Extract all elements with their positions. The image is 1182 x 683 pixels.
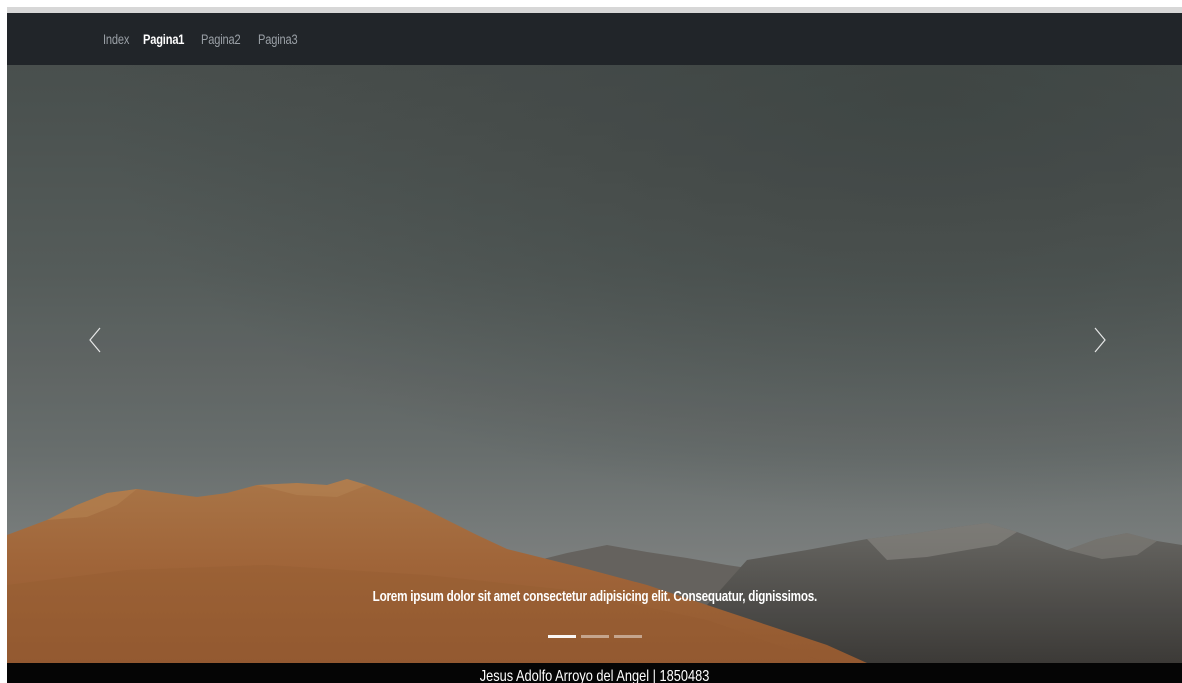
carousel-indicator-1[interactable]: [548, 635, 576, 638]
carousel-indicators: [548, 635, 642, 638]
carousel-prev-button[interactable]: [65, 315, 125, 365]
chevron-left-icon: [89, 327, 101, 353]
nav-link-index[interactable]: Index: [103, 32, 129, 47]
page: Index Pagina1 Pagina2 Pagina3 Lorem ipsu…: [0, 0, 1182, 683]
carousel-indicator-3[interactable]: [614, 635, 642, 638]
hero-carousel: Lorem ipsum dolor sit amet consectetur a…: [7, 65, 1182, 663]
nav-link-pagina3[interactable]: Pagina3: [258, 32, 298, 47]
slide-caption-text: Lorem ipsum dolor sit amet consectetur a…: [372, 588, 817, 605]
nav-links: Index Pagina1 Pagina2 Pagina3: [103, 32, 314, 47]
slide-image-mountain-landscape: [7, 65, 1182, 663]
nav-link-pagina2[interactable]: Pagina2: [201, 32, 241, 47]
slide-caption: Lorem ipsum dolor sit amet consectetur a…: [7, 588, 1182, 605]
carousel-next-button[interactable]: [1070, 315, 1130, 365]
nav-link-pagina1[interactable]: Pagina1: [143, 32, 184, 47]
chevron-right-icon: [1094, 327, 1106, 353]
footer: Jesus Adolfo Arroyo del Angel | 1850483: [7, 663, 1182, 683]
navbar: Index Pagina1 Pagina2 Pagina3: [7, 13, 1182, 65]
carousel-indicator-2[interactable]: [581, 635, 609, 638]
footer-text: Jesus Adolfo Arroyo del Angel | 1850483: [479, 668, 710, 683]
